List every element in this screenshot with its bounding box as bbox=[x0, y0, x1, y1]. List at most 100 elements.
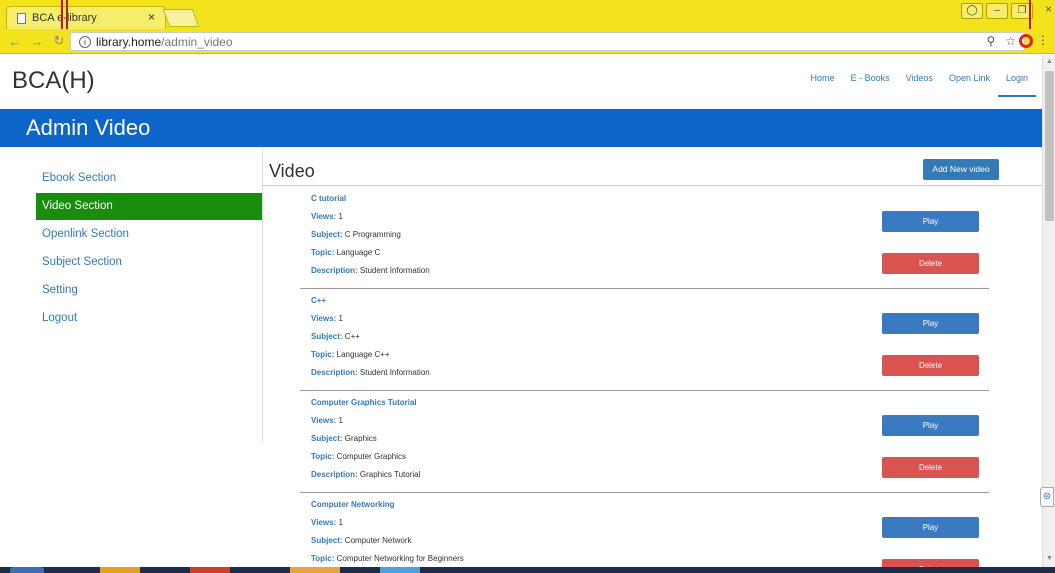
brand-logo[interactable]: BCA(H) bbox=[12, 67, 95, 95]
sidebar-item-setting[interactable]: Setting bbox=[36, 277, 262, 304]
page-title: Video bbox=[269, 161, 315, 181]
taskbar-app-icon[interactable] bbox=[190, 567, 230, 573]
description-label: Description: bbox=[311, 368, 358, 377]
subject-value: Computer Network bbox=[344, 536, 412, 545]
video-topic: Topic: Computer Graphics bbox=[311, 452, 406, 461]
play-button[interactable]: Play bbox=[882, 211, 979, 232]
topic-value: Computer Networking for Beginners bbox=[336, 554, 464, 563]
video-subject: Subject: Computer Network bbox=[311, 536, 411, 545]
topic-label: Topic: bbox=[311, 248, 335, 257]
sidebar-item-openlink[interactable]: Openlink Section bbox=[36, 221, 262, 248]
close-window-button[interactable]: × bbox=[1045, 2, 1052, 16]
video-topic: Topic: Language C bbox=[311, 248, 380, 257]
profile-icon[interactable]: ◯ bbox=[961, 3, 983, 19]
sidebar-divider bbox=[262, 150, 263, 442]
play-button[interactable]: Play bbox=[882, 415, 979, 436]
taskbar-app-icon[interactable] bbox=[290, 567, 340, 573]
video-subject: Subject: C Programming bbox=[311, 230, 401, 239]
video-card: C tutorial Views: 1 Subject: C Programmi… bbox=[300, 187, 989, 289]
views-label: Views: bbox=[311, 314, 337, 323]
start-button[interactable] bbox=[10, 567, 44, 573]
web-page: BCA(H) Home E - Books Videos Open Link L… bbox=[0, 55, 1042, 567]
browser-menu-icon[interactable]: ⋮ bbox=[1037, 33, 1049, 47]
play-button[interactable]: Play bbox=[882, 517, 979, 538]
scroll-up-icon[interactable]: ▲ bbox=[1046, 58, 1053, 65]
tab-title: BCA e-library bbox=[32, 12, 97, 24]
video-subject: Subject: C++ bbox=[311, 332, 360, 341]
nav-login[interactable]: Login bbox=[997, 70, 1036, 97]
video-card: Computer Networking Views: 1 Subject: Co… bbox=[300, 493, 989, 567]
video-card: C++ Views: 1 Subject: C++ Topic: Languag… bbox=[300, 289, 989, 391]
windows-taskbar bbox=[0, 567, 1055, 573]
subject-value: C++ bbox=[344, 332, 360, 341]
tab-close-icon[interactable]: × bbox=[148, 10, 155, 24]
taskbar-app-icon[interactable] bbox=[380, 567, 420, 573]
video-topic: Topic: Computer Networking for Beginners bbox=[311, 554, 464, 563]
subject-label: Subject: bbox=[311, 332, 343, 341]
topic-label: Topic: bbox=[311, 554, 335, 563]
description-value: Student Information bbox=[359, 266, 430, 275]
video-views: Views: 1 bbox=[311, 518, 343, 527]
sidebar-item-video[interactable]: Video Section bbox=[36, 193, 262, 220]
nav-open-link[interactable]: Open Link bbox=[941, 70, 998, 97]
scroll-down-icon[interactable]: ▼ bbox=[1046, 555, 1053, 562]
description-label: Description: bbox=[311, 266, 358, 275]
subject-label: Subject: bbox=[311, 434, 343, 443]
side-extension-icon[interactable]: ⊜ bbox=[1040, 487, 1054, 507]
info-icon[interactable]: i bbox=[79, 35, 91, 48]
video-views: Views: 1 bbox=[311, 416, 343, 425]
minimize-button[interactable]: – bbox=[986, 3, 1008, 19]
back-icon[interactable]: ← bbox=[8, 34, 22, 49]
taskbar-app-icon[interactable] bbox=[100, 567, 140, 573]
video-title[interactable]: Computer Networking bbox=[311, 500, 395, 509]
topic-value: Language C++ bbox=[336, 350, 390, 359]
views-value: 1 bbox=[338, 212, 343, 221]
views-value: 1 bbox=[338, 518, 343, 527]
delete-button[interactable]: Delete bbox=[882, 253, 979, 274]
url-input[interactable]: i library.home/admin_video ⚲ ☆ bbox=[70, 32, 1025, 51]
forward-icon[interactable]: → bbox=[30, 34, 44, 49]
scroll-thumb[interactable] bbox=[1045, 71, 1054, 221]
topic-label: Topic: bbox=[311, 350, 335, 359]
views-label: Views: bbox=[311, 212, 337, 221]
zoom-icon[interactable]: ⚲ bbox=[986, 34, 995, 48]
video-title[interactable]: C++ bbox=[311, 296, 326, 305]
description-value: Graphics Tutorial bbox=[359, 470, 421, 479]
views-label: Views: bbox=[311, 416, 337, 425]
subject-label: Subject: bbox=[311, 536, 343, 545]
video-description: Description: Student Information bbox=[311, 266, 430, 275]
sidebar-item-subject[interactable]: Subject Section bbox=[36, 249, 262, 276]
nav-videos[interactable]: Videos bbox=[898, 70, 941, 97]
add-new-video-button[interactable]: Add New video bbox=[923, 159, 999, 180]
video-topic: Topic: Language C++ bbox=[311, 350, 390, 359]
url-path: /admin_video bbox=[161, 34, 233, 49]
page-banner: Admin Video bbox=[0, 109, 1042, 147]
video-title[interactable]: C tutorial bbox=[311, 194, 346, 203]
nav-ebooks[interactable]: E - Books bbox=[843, 70, 898, 97]
window-controls: ◯ – ❐ bbox=[961, 3, 1033, 19]
video-card: Computer Graphics Tutorial Views: 1 Subj… bbox=[300, 391, 989, 493]
page-icon bbox=[17, 12, 26, 24]
delete-button[interactable]: Delete bbox=[882, 355, 979, 376]
reload-icon[interactable]: ↻ bbox=[52, 33, 66, 49]
views-value: 1 bbox=[338, 314, 343, 323]
address-bar: ← → ↻ i library.home/admin_video ⚲ ☆ bbox=[0, 29, 1055, 54]
subject-label: Subject: bbox=[311, 230, 343, 239]
delete-button[interactable]: Delete bbox=[882, 559, 979, 567]
extension-icon[interactable] bbox=[1019, 34, 1033, 48]
video-title[interactable]: Computer Graphics Tutorial bbox=[311, 398, 417, 407]
sidebar-item-logout[interactable]: Logout bbox=[36, 305, 262, 332]
views-value: 1 bbox=[338, 416, 343, 425]
new-tab-button[interactable] bbox=[162, 9, 200, 27]
browser-tab[interactable]: BCA e-library × bbox=[6, 6, 166, 29]
video-views: Views: 1 bbox=[311, 212, 343, 221]
topic-value: Language C bbox=[336, 248, 381, 257]
nav-home[interactable]: Home bbox=[803, 70, 843, 97]
video-description: Description: Graphics Tutorial bbox=[311, 470, 420, 479]
top-navigation: Home E - Books Videos Open Link Login bbox=[803, 70, 1036, 97]
sidebar-item-ebook[interactable]: Ebook Section bbox=[36, 165, 262, 192]
bookmark-star-icon[interactable]: ☆ bbox=[1005, 34, 1016, 48]
play-button[interactable]: Play bbox=[882, 313, 979, 334]
delete-button[interactable]: Delete bbox=[882, 457, 979, 478]
topic-label: Topic: bbox=[311, 452, 335, 461]
